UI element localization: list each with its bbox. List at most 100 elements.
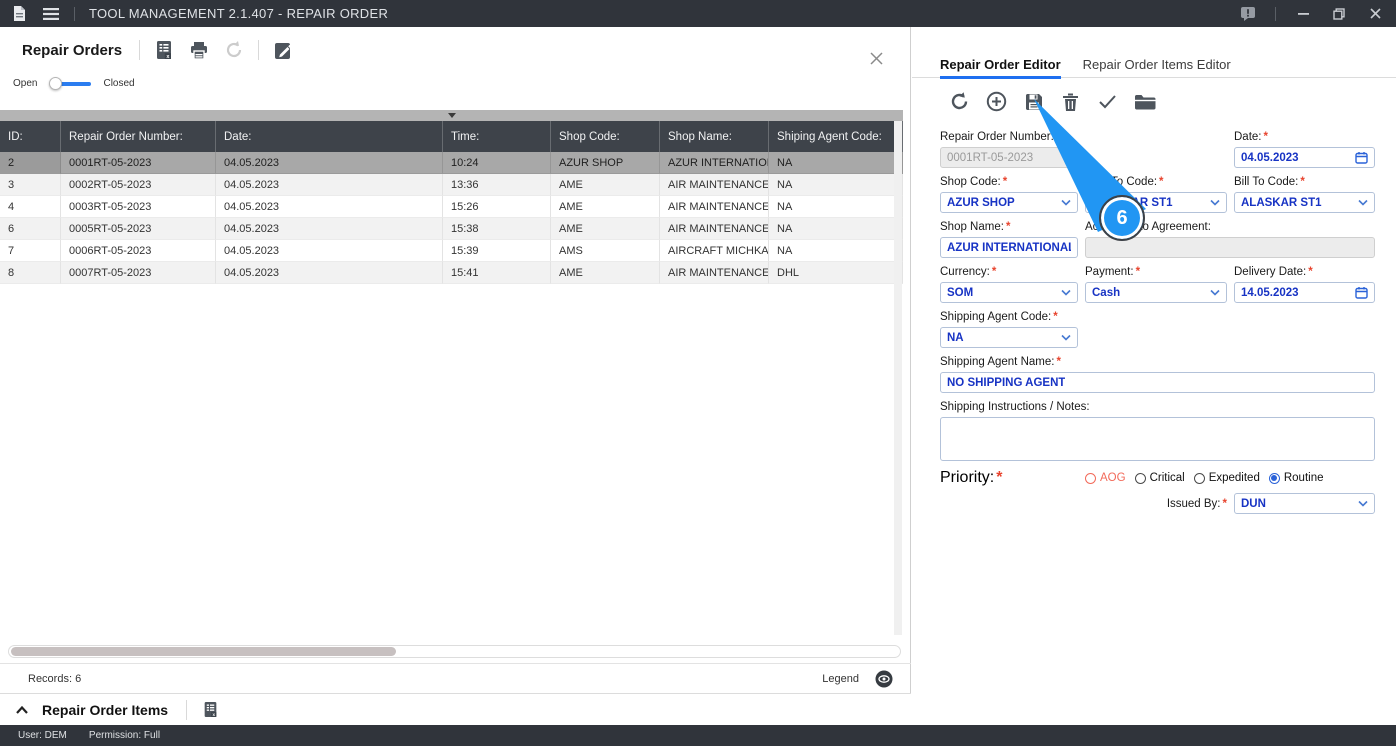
shipping-agent-code-field: Shipping Agent Code: * NA bbox=[940, 311, 1078, 348]
radio-label: AOG bbox=[1100, 472, 1126, 484]
column-header[interactable]: Shiping Agent Code: bbox=[769, 121, 903, 152]
scrollbar-thumb[interactable] bbox=[11, 647, 396, 656]
restore-icon[interactable] bbox=[1330, 5, 1348, 23]
column-header[interactable]: Time: bbox=[443, 121, 551, 152]
field-value: NO SHIPPING AGENT bbox=[947, 376, 1066, 389]
cell-id: 8 bbox=[0, 262, 61, 284]
currency-field: Currency: * SOM bbox=[940, 266, 1078, 303]
print-icon[interactable] bbox=[188, 39, 210, 61]
date-input[interactable]: 04.05.2023 bbox=[1234, 147, 1375, 168]
calendar-icon[interactable] bbox=[1351, 286, 1368, 299]
priority-option-expedited[interactable]: Expedited bbox=[1193, 472, 1260, 484]
cell-id: 2 bbox=[0, 152, 61, 174]
column-header[interactable]: Date: bbox=[216, 121, 443, 152]
close-icon[interactable] bbox=[1366, 5, 1384, 23]
export-excel-icon[interactable]: x bbox=[153, 39, 175, 61]
table-row[interactable]: 3 0002RT-05-2023 04.05.2023 13:36 AME AI… bbox=[0, 174, 903, 196]
shipping-agent-code-dropdown[interactable]: NA bbox=[940, 327, 1078, 348]
field-value: 0001RT-05-2023 bbox=[947, 151, 1034, 164]
shipping-agent-name-input[interactable]: NO SHIPPING AGENT bbox=[940, 372, 1375, 393]
panel-title: Repair Orders bbox=[22, 41, 123, 59]
shop-code-dropdown[interactable]: AZUR SHOP bbox=[940, 192, 1078, 213]
table-row[interactable]: 7 0006RT-05-2023 04.05.2023 15:39 AMS AI… bbox=[0, 240, 903, 262]
bill-to-code-dropdown[interactable]: ALASKAR ST1 bbox=[1234, 192, 1375, 213]
title-bar: TOOL MANAGEMENT 2.1.407 - REPAIR ORDER bbox=[0, 0, 1396, 27]
radio-icon[interactable] bbox=[1134, 472, 1146, 484]
radio-icon[interactable] bbox=[1085, 472, 1096, 484]
priority-option-critical[interactable]: Critical bbox=[1134, 472, 1185, 484]
radio-label: Critical bbox=[1149, 472, 1185, 484]
legend-eye-icon[interactable] bbox=[873, 668, 895, 690]
payment-dropdown[interactable]: Cash bbox=[1085, 282, 1227, 303]
tab-repair-order-editor[interactable]: Repair Order Editor bbox=[940, 53, 1061, 79]
field-label: Ship To Code: bbox=[1085, 176, 1158, 188]
menu-icon[interactable] bbox=[42, 5, 60, 23]
column-header[interactable]: Repair Order Number: bbox=[61, 121, 216, 152]
refresh-icon[interactable] bbox=[223, 39, 245, 61]
table-row[interactable]: 8 0007RT-05-2023 04.05.2023 15:41 AME AI… bbox=[0, 262, 903, 284]
currency-dropdown[interactable]: SOM bbox=[940, 282, 1078, 303]
table-scroll-gutter bbox=[894, 121, 902, 635]
cell-date: 04.05.2023 bbox=[216, 218, 443, 240]
save-icon[interactable] bbox=[1022, 90, 1045, 113]
column-header[interactable]: Shop Name: bbox=[660, 121, 769, 152]
chevron-down-icon bbox=[1354, 500, 1368, 507]
field-label: Shipping Agent Code: bbox=[940, 311, 1052, 323]
titlebar-separator bbox=[74, 6, 75, 21]
cell-shipping-agent: NA bbox=[769, 240, 903, 262]
export-excel-icon[interactable]: x bbox=[199, 699, 221, 721]
field-label: Date: bbox=[1234, 131, 1262, 143]
edit-icon[interactable] bbox=[272, 39, 294, 61]
table-row[interactable]: 4 0003RT-05-2023 04.05.2023 15:26 AME AI… bbox=[0, 196, 903, 218]
field-label: Payment: bbox=[1085, 266, 1134, 278]
tab-repair-order-items-editor[interactable]: Repair Order Items Editor bbox=[1083, 53, 1231, 79]
open-closed-toggle[interactable] bbox=[49, 77, 92, 90]
issued-by-dropdown[interactable]: DUN bbox=[1234, 493, 1375, 514]
field-value: AZUR INTERNATIONAL COM bbox=[947, 241, 1071, 254]
cell-shop-code: AME bbox=[551, 196, 660, 218]
priority-option-routine[interactable]: Routine bbox=[1268, 472, 1324, 484]
required-marker: * bbox=[1053, 311, 1058, 323]
shipping-notes-textarea[interactable] bbox=[940, 417, 1375, 461]
feedback-icon[interactable] bbox=[1239, 5, 1257, 23]
delivery-date-field: Delivery Date: * 14.05.2023 bbox=[1234, 266, 1375, 303]
shop-name-input[interactable]: AZUR INTERNATIONAL COM bbox=[940, 237, 1078, 258]
column-header[interactable]: ID: bbox=[0, 121, 61, 152]
refresh-icon[interactable] bbox=[948, 90, 971, 113]
horizontal-scrollbar[interactable] bbox=[8, 645, 901, 658]
radio-icon[interactable] bbox=[1193, 472, 1205, 484]
calendar-icon[interactable] bbox=[1351, 151, 1368, 164]
toggle-knob[interactable] bbox=[49, 77, 63, 90]
delete-icon[interactable] bbox=[1059, 90, 1082, 113]
column-header[interactable]: Shop Code: bbox=[551, 121, 660, 152]
editor-tabs: Repair Order Editor Repair Order Items E… bbox=[912, 53, 1396, 79]
cell-order-number: 0001RT-05-2023 bbox=[61, 152, 216, 174]
cell-order-number: 0002RT-05-2023 bbox=[61, 174, 216, 196]
priority-option-aog[interactable]: AOG bbox=[1085, 472, 1126, 484]
radio-icon[interactable] bbox=[1268, 472, 1280, 484]
field-value: SOM bbox=[947, 286, 974, 299]
minimize-icon[interactable] bbox=[1294, 5, 1312, 23]
field-label: Delivery Date: bbox=[1234, 266, 1307, 278]
cell-time: 15:39 bbox=[443, 240, 551, 262]
legend-label: Legend bbox=[822, 672, 859, 685]
chevron-down-icon bbox=[1206, 199, 1220, 206]
table-row[interactable]: 6 0005RT-05-2023 04.05.2023 15:38 AME AI… bbox=[0, 218, 903, 240]
priority-field: Priority: * AOG Critical Expedited Routi… bbox=[940, 469, 1376, 487]
grid-collapse-bar[interactable] bbox=[0, 110, 903, 121]
folder-icon[interactable] bbox=[1133, 90, 1156, 113]
svg-text:x: x bbox=[212, 712, 215, 717]
collapse-chevron-icon[interactable] bbox=[14, 702, 30, 718]
field-value: 14.05.2023 bbox=[1241, 286, 1299, 299]
status-bar: User: DEM Permission: Full bbox=[0, 725, 1396, 746]
cell-order-number: 0006RT-05-2023 bbox=[61, 240, 216, 262]
table-row[interactable]: 2 0001RT-05-2023 04.05.2023 10:24 AZUR S… bbox=[0, 152, 903, 174]
confirm-icon[interactable] bbox=[1096, 90, 1119, 113]
close-panel-icon[interactable] bbox=[865, 47, 887, 69]
delivery-date-input[interactable]: 14.05.2023 bbox=[1234, 282, 1375, 303]
field-value: 04.05.2023 bbox=[1241, 151, 1299, 164]
cell-shop-name: AIRCRAFT MICHKAS... bbox=[660, 240, 769, 262]
document-icon[interactable] bbox=[10, 5, 28, 23]
add-icon[interactable] bbox=[985, 90, 1008, 113]
cell-id: 7 bbox=[0, 240, 61, 262]
